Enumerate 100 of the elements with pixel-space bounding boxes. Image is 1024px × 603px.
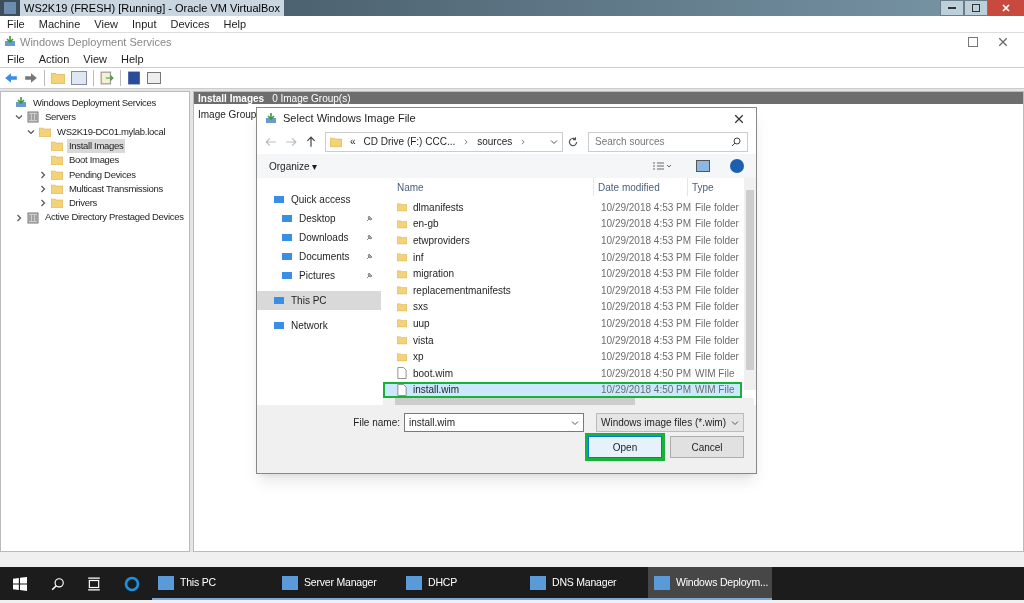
file-date: 10/29/2018 4:53 PM bbox=[600, 333, 691, 348]
nav-item[interactable]: Downloads bbox=[257, 228, 381, 247]
tree-item[interactable]: Windows Deployment Services bbox=[31, 96, 158, 111]
deployment-icon bbox=[15, 97, 27, 110]
taskbar-app[interactable]: This PC bbox=[152, 567, 276, 600]
file-row[interactable]: xp 10/29/2018 4:53 PM File folder bbox=[383, 348, 742, 365]
menu-item[interactable]: View bbox=[87, 15, 125, 33]
refresh-icon[interactable] bbox=[567, 135, 579, 148]
tree-item[interactable]: WS2K19-DC01.mylab.local bbox=[55, 124, 168, 139]
search-input[interactable]: Search sources bbox=[595, 134, 731, 149]
file-name: vista bbox=[413, 333, 434, 348]
chevron-right-icon[interactable] bbox=[463, 138, 470, 145]
breadcrumb[interactable]: sources bbox=[477, 134, 513, 149]
preview-pane-icon[interactable] bbox=[696, 160, 710, 172]
export-icon[interactable] bbox=[100, 71, 114, 85]
file-row[interactable]: sxs 10/29/2018 4:53 PM File folder bbox=[383, 298, 742, 316]
restore-button[interactable] bbox=[964, 0, 988, 16]
close-button[interactable] bbox=[988, 0, 1024, 16]
chevron-down-icon[interactable] bbox=[27, 127, 35, 136]
deployment-icon bbox=[4, 36, 16, 48]
nav-item[interactable]: Documents bbox=[257, 247, 381, 266]
file-date: 10/29/2018 4:53 PM bbox=[600, 300, 691, 315]
nav-item[interactable]: Network bbox=[257, 316, 381, 335]
file-name: sxs bbox=[413, 300, 428, 315]
column-header[interactable]: Name bbox=[393, 178, 593, 196]
nav-item[interactable]: Quick access bbox=[257, 190, 381, 209]
windows-logo-icon[interactable] bbox=[13, 576, 27, 591]
tree-item[interactable]: Active Directory Prestaged Devices bbox=[43, 210, 186, 225]
column-header[interactable]: Image Group bbox=[198, 106, 257, 122]
address-bar[interactable]: « CD Drive (F:) CCC... sources bbox=[325, 131, 563, 152]
pane-title: Install Images bbox=[198, 91, 265, 106]
file-name: etwproviders bbox=[413, 234, 470, 248]
chevron-right-icon[interactable] bbox=[15, 213, 23, 222]
dialog-title: Select Windows Image File bbox=[283, 111, 416, 127]
chevron-right-icon[interactable] bbox=[39, 170, 47, 179]
taskbar-app[interactable]: Windows Deploym... bbox=[648, 567, 772, 600]
taskbar-app[interactable]: Server Manager bbox=[276, 567, 400, 600]
folder-icon bbox=[51, 72, 65, 84]
search-icon[interactable] bbox=[731, 136, 741, 147]
file-row[interactable]: inf 10/29/2018 4:53 PM File folder bbox=[383, 248, 742, 266]
tree-item[interactable]: Install Images bbox=[67, 138, 126, 154]
file-row[interactable]: boot.wim 10/29/2018 4:50 PM WIM File bbox=[383, 364, 742, 382]
file-name-field[interactable]: install.wim bbox=[404, 413, 584, 432]
file-row[interactable]: vista 10/29/2018 4:53 PM File folder bbox=[383, 331, 742, 349]
file-type: File folder bbox=[694, 300, 739, 315]
nav-item[interactable]: Pictures bbox=[257, 266, 381, 285]
file-row[interactable]: migration 10/29/2018 4:53 PM File folder bbox=[383, 265, 742, 282]
maximize-button[interactable] bbox=[968, 37, 978, 47]
menu-item[interactable]: File bbox=[0, 50, 32, 68]
file-type-dropdown[interactable]: Windows image files (*.wim) bbox=[596, 413, 744, 432]
column-header[interactable]: Date modified bbox=[593, 178, 687, 196]
file-name: uup bbox=[413, 316, 430, 331]
file-row[interactable]: install.wim 10/29/2018 4:50 PM WIM File bbox=[383, 381, 742, 399]
search-field[interactable]: Search sources bbox=[588, 131, 748, 152]
menu-item[interactable]: Action bbox=[31, 50, 77, 68]
menu-item[interactable]: File bbox=[0, 15, 32, 33]
search-icon[interactable] bbox=[51, 576, 65, 591]
tree-item[interactable]: Multicast Transmissions bbox=[67, 181, 165, 197]
menu-item[interactable]: Input bbox=[124, 15, 164, 33]
nav-item[interactable]: Desktop bbox=[257, 209, 381, 228]
tree-item[interactable]: Drivers bbox=[67, 196, 99, 211]
horizontal-scrollbar[interactable] bbox=[383, 398, 754, 406]
close-icon[interactable] bbox=[998, 37, 1008, 47]
task-view-icon[interactable] bbox=[87, 576, 101, 591]
panel-icon[interactable] bbox=[147, 72, 161, 84]
nav-item[interactable]: This PC bbox=[257, 291, 381, 310]
tree-item[interactable]: Boot Images bbox=[67, 153, 122, 168]
menu-item[interactable]: View bbox=[76, 50, 114, 68]
organize-button[interactable]: Organize ▾ bbox=[269, 158, 318, 174]
tree-item[interactable]: Servers bbox=[43, 110, 78, 125]
taskbar-app[interactable]: DHCP bbox=[400, 567, 524, 600]
file-icon bbox=[397, 367, 407, 380]
chevron-right-icon[interactable] bbox=[39, 184, 47, 193]
file-row[interactable]: etwproviders 10/29/2018 4:53 PM File folder bbox=[383, 232, 742, 249]
chevron-down-icon[interactable] bbox=[15, 113, 23, 122]
file-row[interactable]: uup 10/29/2018 4:53 PM File folder bbox=[383, 315, 742, 332]
app-icon bbox=[282, 575, 298, 590]
file-type: File folder bbox=[694, 234, 739, 248]
file-row[interactable]: en-gb 10/29/2018 4:53 PM File folder bbox=[383, 215, 742, 233]
up-icon[interactable] bbox=[305, 135, 317, 148]
close-icon[interactable] bbox=[734, 113, 744, 124]
file-name-input[interactable]: install.wim bbox=[409, 415, 571, 430]
tree-item[interactable]: Pending Devices bbox=[67, 167, 138, 182]
forward-icon[interactable] bbox=[24, 71, 38, 85]
menu-item[interactable]: Machine bbox=[31, 15, 88, 33]
minimize-button[interactable] bbox=[940, 0, 964, 16]
menu-item[interactable]: Help bbox=[216, 15, 254, 33]
menu-item[interactable]: Devices bbox=[163, 15, 217, 33]
breadcrumb[interactable]: CD Drive (F:) CCC... bbox=[363, 134, 456, 149]
dialog-button[interactable]: Cancel bbox=[670, 436, 744, 458]
back-icon[interactable] bbox=[4, 71, 18, 85]
file-row[interactable]: dlmanifests 10/29/2018 4:53 PM File folder bbox=[383, 199, 742, 216]
menu-item[interactable]: Help bbox=[113, 50, 151, 68]
chevron-right-icon[interactable] bbox=[520, 138, 527, 145]
breadcrumb[interactable]: « bbox=[350, 134, 356, 149]
file-date: 10/29/2018 4:50 PM bbox=[600, 366, 691, 381]
dialog-button[interactable]: Open bbox=[588, 436, 662, 458]
chevron-right-icon[interactable] bbox=[39, 199, 47, 208]
vertical-scrollbar[interactable] bbox=[744, 178, 756, 390]
file-row[interactable]: replacementmanifests 10/29/2018 4:53 PM File folder bbox=[383, 281, 742, 299]
